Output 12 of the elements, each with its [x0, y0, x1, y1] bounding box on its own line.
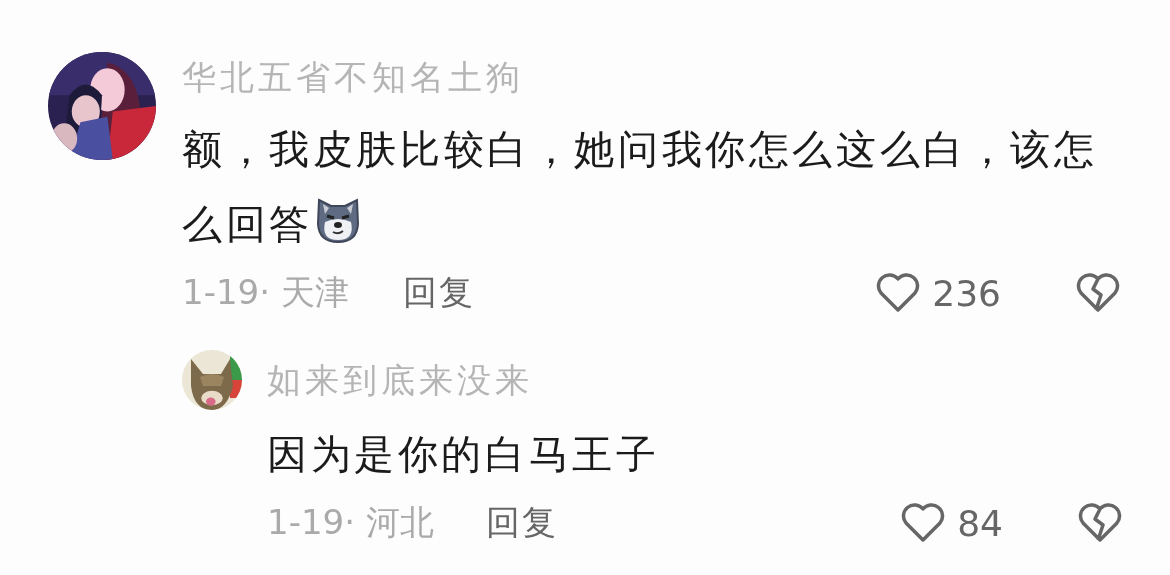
heart-icon[interactable] — [901, 503, 946, 543]
reply-link[interactable]: 回复 — [485, 500, 558, 546]
comment-date-location: 1-19· 天津 — [182, 271, 349, 314]
broken-heart-icon[interactable] — [1078, 503, 1122, 543]
comment-text: 额，我皮肤比较白，她问我你怎么这么白，该怎么回答 — [182, 125, 1099, 249]
like-count: 236 — [932, 272, 1001, 314]
comment-text: 因为是你的白马王子 — [267, 430, 661, 479]
broken-heart-icon[interactable] — [1076, 273, 1120, 313]
comment-date-location: 1-19· 河北 — [267, 501, 434, 544]
heart-icon[interactable] — [876, 273, 921, 313]
reply-link[interactable]: 回复 — [402, 270, 475, 316]
like-count: 84 — [957, 502, 1003, 544]
